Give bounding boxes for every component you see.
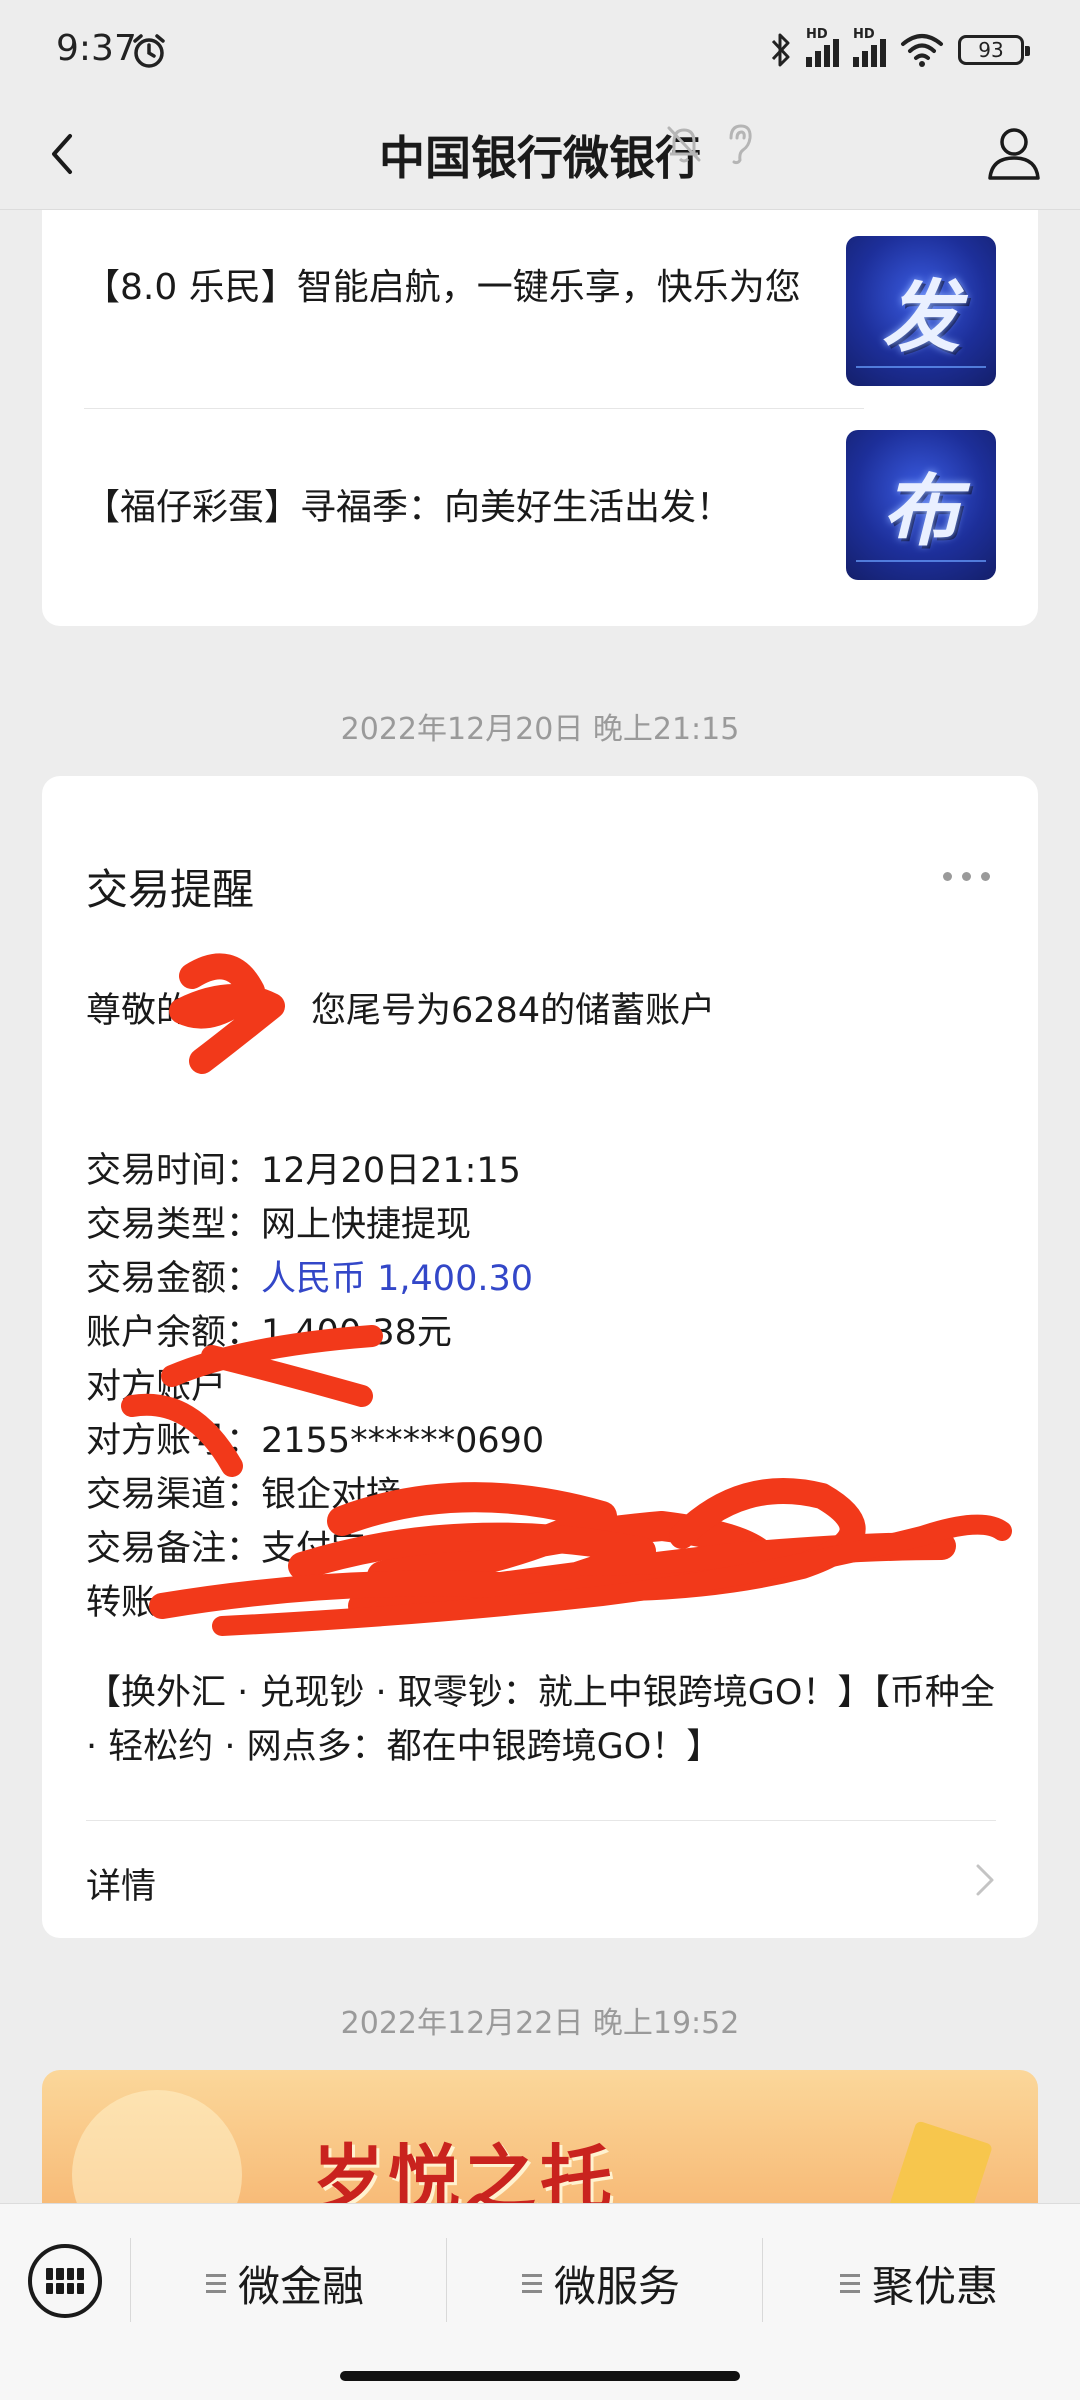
field-label: 交易金额：	[86, 1259, 262, 1299]
profile-icon[interactable]	[982, 120, 1046, 184]
field-value: 网上快捷提现	[261, 1205, 472, 1245]
news-thumb-glyph: 布	[881, 467, 960, 557]
divider	[130, 2238, 131, 2322]
greeting-line: 尊敬的 您尾号为6284的储蓄账户	[86, 982, 715, 1033]
txn-balance-row: 账户余额：1,400.38元	[86, 1304, 452, 1355]
news-item-title[interactable]: 【8.0 乐民】智能启航，一键乐享，快乐为您	[84, 258, 864, 318]
field-label: 交易备注：	[86, 1529, 262, 1569]
field-label: 交易时间：	[86, 1151, 262, 1191]
title-status-icons	[664, 122, 754, 166]
field-value: 12月20日21:15	[261, 1151, 521, 1191]
divider	[446, 2238, 447, 2322]
home-indicator[interactable]	[340, 2371, 740, 2381]
txn-type-row: 交易类型：网上快捷提现	[86, 1196, 471, 1247]
mute-bell-icon	[667, 126, 701, 163]
status-icons: HD HD 93	[770, 27, 1030, 72]
transaction-alert-card: 交易提醒 尊敬的 您尾号为6284的储蓄账户 交易时间：12月20日21:15 交…	[42, 776, 1038, 1938]
field-value: 2155******0690	[261, 1421, 545, 1461]
menu-label: 微服务	[554, 2261, 681, 2311]
divider	[84, 408, 864, 409]
chevron-right-icon	[976, 1864, 994, 1896]
field-value: 银企对接	[261, 1475, 402, 1515]
news-thumb-glyph: 发	[881, 273, 960, 363]
battery-icon: 93	[958, 35, 1030, 65]
txn-counterparty-no-row: 对方账号：2155******0690	[86, 1412, 544, 1463]
message-timestamp: 2022年12月22日 晚上19:52	[340, 2006, 740, 2041]
menu-lines-icon	[206, 2273, 226, 2293]
more-options-icon[interactable]	[943, 872, 990, 881]
keyboard-toggle-icon[interactable]	[28, 2244, 102, 2318]
txn-remark-row: 交易备注：支付宝	[86, 1520, 366, 1571]
page-title: 中国银行微银行	[379, 131, 701, 185]
menu-juyouhui[interactable]: 聚优惠	[840, 2248, 998, 2318]
news-thumbnail[interactable]: 发	[846, 236, 996, 386]
greeting-suffix: 您尾号为6284的储蓄账户	[311, 991, 716, 1031]
title-bar: 中国银行微银行	[0, 100, 1080, 210]
signal-hd-label-2: HD	[853, 27, 875, 42]
status-bar: 9:37 HD HD 93	[0, 0, 1080, 100]
field-label: 账户余额：	[86, 1313, 262, 1353]
greeting-prefix: 尊敬的	[86, 991, 192, 1031]
menu-lines-icon	[522, 2273, 542, 2293]
txn-channel-row: 交易渠道：银企对接	[86, 1466, 401, 1517]
cell-signal-icon: HD	[806, 27, 839, 67]
promo-text: 【换外汇 · 兑现钞 · 取零钞：就上中银跨境GO！】【币种全 · 轻松约 · …	[86, 1673, 995, 1767]
menu-weifuwu[interactable]: 微服务	[522, 2248, 680, 2318]
txn-counterparty-row: 对方账户	[86, 1358, 226, 1409]
menu-weijinrong[interactable]: 微金融	[206, 2248, 364, 2318]
bluetooth-icon	[771, 33, 790, 67]
signal-hd-label: HD	[806, 27, 828, 42]
field-value: 支付宝	[261, 1529, 367, 1569]
details-link[interactable]: 详情	[42, 1820, 1038, 1938]
card-title: 交易提醒	[86, 865, 255, 914]
field-label: 交易类型：	[86, 1205, 262, 1245]
news-card: 【8.0 乐民】智能启航，一键乐享，快乐为您 发 【福仔彩蛋】寻福季：向美好生活…	[42, 210, 1038, 626]
menu-lines-icon	[840, 2273, 860, 2293]
status-time: 9:37	[56, 28, 137, 69]
cell-signal-icon-2: HD	[853, 27, 886, 67]
menu-label: 微金融	[238, 2261, 365, 2311]
details-label: 详情	[86, 1867, 157, 1907]
news-thumbnail[interactable]: 布	[846, 430, 996, 580]
ear-icon	[729, 124, 752, 165]
divider	[762, 2238, 763, 2322]
field-value: 1,400.38元	[261, 1313, 452, 1353]
message-timestamp: 2022年12月20日 晚上21:15	[340, 712, 740, 747]
field-label: 交易渠道：	[86, 1475, 262, 1515]
alarm-icon	[133, 34, 165, 68]
txn-amount-row: 交易金额：人民币 1,400.30	[86, 1250, 533, 1301]
txn-remark-tail: 转账	[86, 1583, 157, 1623]
news-item-title[interactable]: 【福仔彩蛋】寻福季：向美好生活出发！	[84, 478, 864, 538]
amount-value: 人民币 1,400.30	[261, 1259, 534, 1299]
txn-time-row: 交易时间：12月20日21:15	[86, 1142, 521, 1193]
field-label: 对方账号：	[86, 1421, 262, 1461]
wifi-icon	[901, 34, 943, 67]
menu-label: 聚优惠	[872, 2261, 999, 2311]
field-label: 对方账户	[86, 1367, 227, 1407]
